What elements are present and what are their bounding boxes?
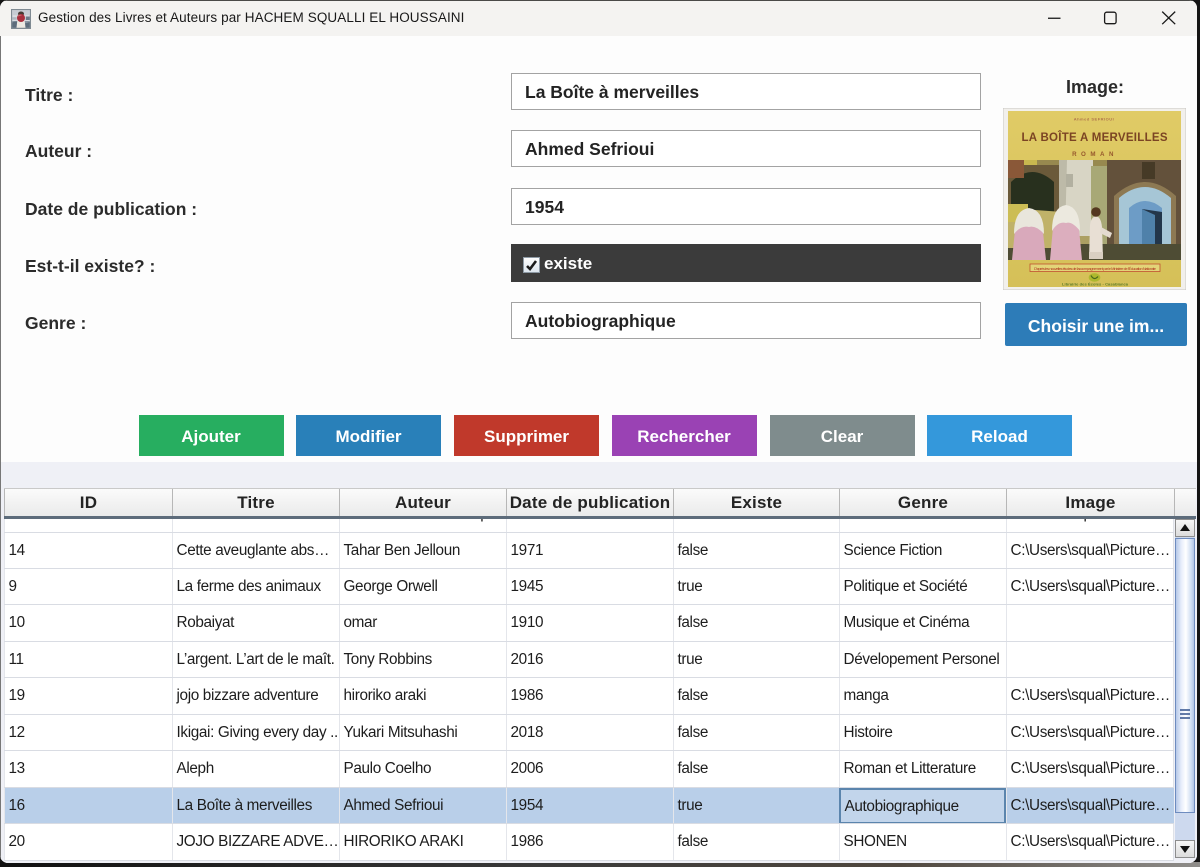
svg-text:Librairie des Écoles - Casabla: Librairie des Écoles - Casablanca (1062, 282, 1129, 287)
svg-text:ROMAN: ROMAN (1072, 151, 1118, 158)
svg-text:LA BOÎTE A MERVEILLES: LA BOÎTE A MERVEILLES (1022, 131, 1169, 144)
svg-text:Ahmed SEFRIOUI: Ahmed SEFRIOUI (1074, 117, 1115, 122)
svg-text:D'après les nouvelles études d: D'après les nouvelles études de l'accomp… (1034, 266, 1157, 271)
